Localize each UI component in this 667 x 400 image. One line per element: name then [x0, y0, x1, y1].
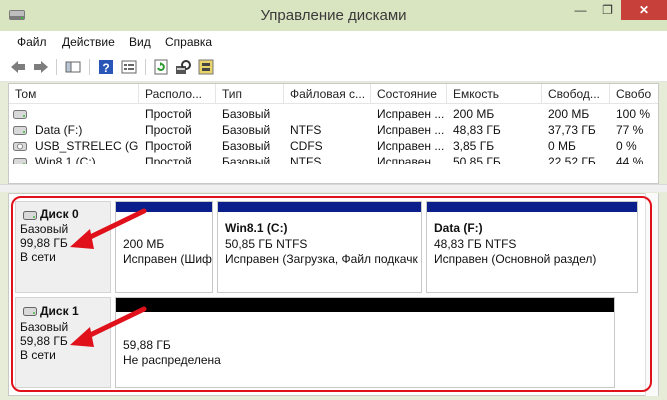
arrow-annotation: [70, 208, 147, 249]
column-header-type[interactable]: Тип: [216, 84, 284, 104]
volume-free-percent: 0 %: [616, 139, 637, 153]
volume-layout: Простой: [145, 107, 192, 121]
volume-list-header: Том Располо... Тип Файловая с... Состоян…: [9, 84, 658, 104]
column-header-capacity[interactable]: Емкость: [447, 84, 542, 104]
volume-layout: Простой: [145, 155, 192, 164]
volume-name: USB_STRELEC (G:): [35, 139, 139, 153]
toolbar-separator: [56, 59, 57, 75]
pane-splitter[interactable]: [0, 184, 667, 192]
volume-type: Базовый: [222, 155, 271, 164]
volume-status: Исправен ...: [377, 107, 445, 121]
close-button[interactable]: ✕: [621, 0, 667, 20]
forward-icon[interactable]: [31, 58, 51, 76]
settings-icon[interactable]: [173, 58, 193, 76]
volume-capacity: 50,85 ГБ: [453, 155, 501, 164]
column-header-volume[interactable]: Том: [9, 84, 139, 104]
volume-capacity: 3,85 ГБ: [453, 139, 495, 153]
arrow-annotation: [70, 306, 147, 347]
volume-capacity: 200 МБ: [453, 107, 495, 121]
volume-list[interactable]: Том Располо... Тип Файловая с... Состоян…: [8, 83, 659, 184]
volume-filesystem: NTFS: [290, 123, 322, 137]
maximize-button[interactable]: ❐: [594, 0, 621, 20]
volume-status: Исправен ...: [377, 155, 445, 164]
toolbar-separator: [89, 59, 90, 75]
minimize-button[interactable]: —: [567, 0, 594, 20]
title-bar: Управление дисками — ❐ ✕: [0, 0, 667, 31]
column-header-status[interactable]: Состояние: [371, 84, 447, 104]
toolbar-separator: [145, 59, 146, 75]
volume-type: Базовый: [222, 107, 271, 121]
volume-free-space: 37,73 ГБ: [548, 123, 596, 137]
volume-filesystem: NTFS: [290, 155, 322, 164]
menu-file[interactable]: Файл: [17, 35, 47, 49]
svg-text:?: ?: [102, 61, 109, 75]
volume-filesystem: CDFS: [290, 139, 323, 153]
menu-help[interactable]: Справка: [165, 35, 212, 49]
volume-free-space: 0 МБ: [548, 139, 576, 153]
menu-view[interactable]: Вид: [129, 35, 151, 49]
volume-free-space: 200 МБ: [548, 107, 590, 121]
volume-row[interactable]: Data (F:) Простой Базовый NTFS Исправен …: [9, 122, 658, 138]
column-header-free-space[interactable]: Свобод...: [542, 84, 610, 104]
disk-wizard-icon[interactable]: [196, 58, 216, 76]
volume-capacity: 48,83 ГБ: [453, 123, 501, 137]
volume-row[interactable]: Win8.1 (C:) Простой Базовый NTFS Исправе…: [9, 154, 658, 164]
volume-layout: Простой: [145, 139, 192, 153]
cd-drive-icon: [13, 142, 27, 151]
menu-action[interactable]: Действие: [62, 35, 115, 49]
volume-row[interactable]: Простой Базовый Исправен ... 200 МБ 200 …: [9, 106, 658, 122]
volume-free-percent: 44 %: [616, 155, 644, 164]
volume-free-percent: 77 %: [616, 123, 644, 137]
volume-status: Исправен ...: [377, 139, 445, 153]
column-header-free-percent[interactable]: Свобо: [610, 84, 658, 104]
back-icon[interactable]: [8, 58, 28, 76]
volume-layout: Простой: [145, 123, 192, 137]
volume-filesystem: [284, 106, 371, 122]
help-icon[interactable]: ?: [96, 58, 116, 76]
volume-status: Исправен ...: [377, 123, 445, 137]
pane-icon[interactable]: [63, 58, 83, 76]
toolbar: ?: [0, 53, 667, 82]
drive-icon: [13, 110, 27, 119]
volume-free-percent: 100 %: [616, 107, 651, 121]
volume-name: [29, 106, 139, 122]
column-header-filesystem[interactable]: Файловая с...: [284, 84, 371, 104]
volume-free-space: 22,52 ГБ: [548, 155, 596, 164]
volume-row[interactable]: USB_STRELEC (G:) Простой Базовый CDFS Ис…: [9, 138, 658, 154]
refresh-icon[interactable]: [151, 58, 171, 76]
drive-icon: [13, 158, 27, 164]
volume-name: Data (F:): [35, 123, 83, 137]
volume-type: Базовый: [222, 123, 271, 137]
volume-type: Базовый: [222, 139, 271, 153]
column-header-layout[interactable]: Располо...: [139, 84, 216, 104]
volume-name: Win8.1 (C:): [35, 155, 96, 164]
drive-icon: [13, 126, 27, 135]
menu-bar: Файл Действие Вид Справка: [0, 31, 667, 53]
properties-icon[interactable]: [119, 58, 139, 76]
